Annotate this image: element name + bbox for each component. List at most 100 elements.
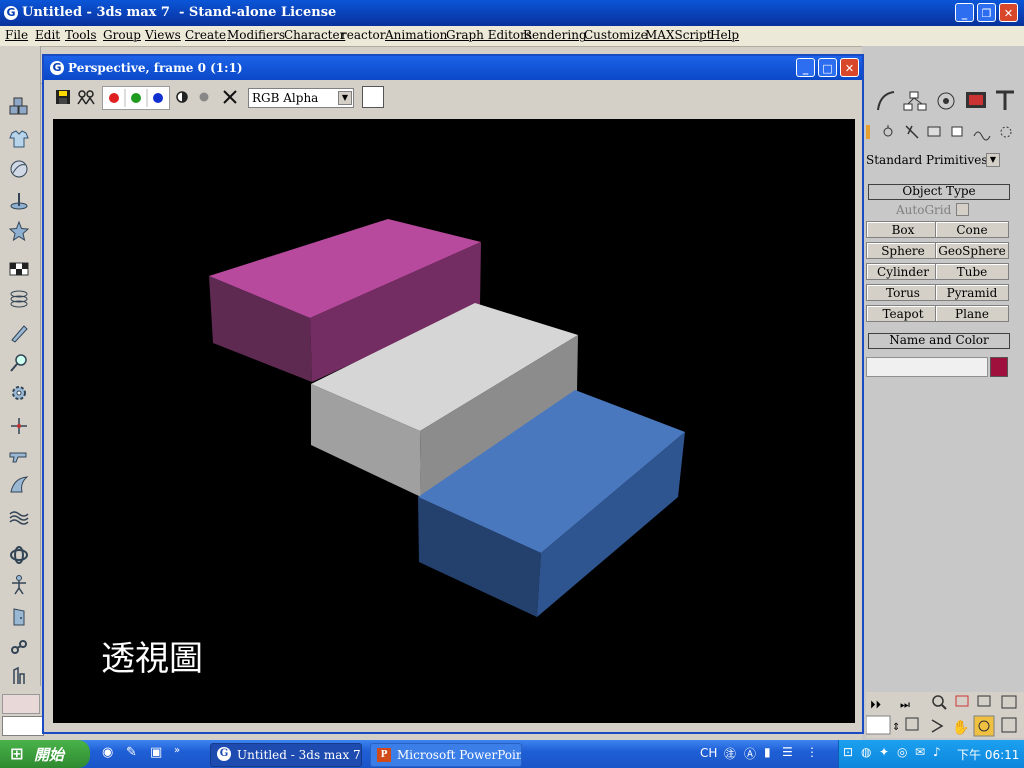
figure-icon[interactable]: [6, 662, 32, 688]
menu-modifiers[interactable]: Modifiers: [227, 28, 285, 42]
boxes-icon[interactable]: [6, 94, 32, 120]
red-channel-icon: [109, 93, 119, 103]
cylinder-button[interactable]: Cylinder: [866, 263, 940, 280]
render-canvas[interactable]: 透視圖: [53, 119, 855, 723]
shirt-icon[interactable]: [6, 126, 32, 152]
menu-maxscript[interactable]: MAXScript: [645, 28, 712, 42]
channel-toggles: [102, 86, 170, 110]
menu-tools[interactable]: Tools: [65, 28, 97, 42]
primitive-category-dropdown[interactable]: Standard Primitives ▼: [866, 152, 1002, 170]
menu-character[interactable]: Character: [284, 28, 345, 42]
alpha-icon[interactable]: [196, 89, 212, 105]
ime-icon-5[interactable]: ⋮: [806, 745, 818, 759]
tray-icon-2[interactable]: ◍: [861, 745, 871, 759]
ime-icon-1[interactable]: ㊟: [724, 745, 736, 762]
left-toolbar: [0, 46, 41, 686]
menu-bar: File Edit Tools Group Views Create Modif…: [0, 26, 1024, 47]
teapot-button[interactable]: Teapot: [866, 305, 940, 322]
close-button[interactable]: ✕: [999, 3, 1018, 22]
ime-icon-2[interactable]: Ⓐ: [744, 745, 756, 762]
quick-launch-icon-2[interactable]: ✎: [126, 745, 137, 760]
tube-icon[interactable]: [6, 320, 32, 346]
clone-icon[interactable]: [76, 88, 96, 106]
menu-graph-editors[interactable]: Graph Editors: [446, 28, 532, 42]
channel-select[interactable]: RGB Alpha ▼: [248, 88, 354, 108]
render-close-button[interactable]: ✕: [840, 58, 859, 77]
tray-icon-3[interactable]: ✦: [879, 745, 889, 759]
create-subtabs: [866, 122, 1022, 144]
start-button[interactable]: ⊞ 開始: [0, 740, 90, 768]
torus-button[interactable]: Torus: [866, 284, 940, 301]
ime-icon-3[interactable]: ▮: [764, 745, 771, 759]
pin-icon[interactable]: [6, 188, 32, 214]
object-name-field[interactable]: [866, 357, 988, 377]
start-label: 開始: [34, 746, 65, 764]
object-type-rollout[interactable]: Object Type: [868, 184, 1010, 200]
wing-icon[interactable]: [6, 472, 32, 498]
menu-animation[interactable]: Animation: [385, 28, 447, 42]
wave-icon[interactable]: [6, 504, 32, 530]
language-indicator[interactable]: CH: [700, 746, 717, 760]
color-swatch[interactable]: [362, 86, 384, 108]
magnifier-icon[interactable]: [6, 350, 32, 376]
tube-button[interactable]: Tube: [935, 263, 1009, 280]
quick-launch-icon-3[interactable]: ▣: [150, 745, 162, 760]
mono-icon[interactable]: [174, 89, 190, 105]
save-icon[interactable]: [54, 88, 72, 106]
link-icon[interactable]: [6, 634, 32, 660]
network-icon[interactable]: ⊡: [843, 745, 853, 759]
quick-launch-icon-1[interactable]: ◉: [102, 745, 113, 760]
clear-icon[interactable]: [220, 87, 240, 107]
render-maximize-button[interactable]: □: [818, 58, 837, 77]
ime-toolbar: ㊟ Ⓐ ▮ ☰ ⋮: [724, 745, 834, 763]
object-color-swatch[interactable]: [990, 357, 1008, 377]
svg-text:⏭: ⏭: [900, 698, 910, 711]
minimize-button[interactable]: _: [955, 3, 974, 22]
menu-customize[interactable]: Customize: [584, 28, 648, 42]
cone-button[interactable]: Cone: [935, 221, 1009, 238]
biped-icon[interactable]: [6, 572, 32, 598]
menu-file[interactable]: File: [5, 28, 28, 42]
axis-icon[interactable]: [6, 412, 32, 438]
primitive-category-value: Standard Primitives: [866, 153, 988, 167]
tray-icon-4[interactable]: ◎: [897, 745, 907, 759]
volume-icon[interactable]: ♪: [933, 745, 941, 759]
menu-rendering[interactable]: Rendering: [523, 28, 587, 42]
taskbar-item-powerpoint[interactable]: P Microsoft PowerPoint ...: [370, 743, 522, 767]
maxscript-listener-field[interactable]: [2, 716, 44, 736]
bottom-left-status: [0, 690, 44, 738]
name-and-color-rollout[interactable]: Name and Color: [868, 333, 1010, 349]
gear-icon[interactable]: [6, 380, 32, 406]
status-swatch: [2, 694, 40, 714]
sphere-button[interactable]: Sphere: [866, 242, 940, 259]
chevron-right-icon[interactable]: »: [174, 745, 180, 756]
restore-button[interactable]: ❐: [977, 3, 996, 22]
sphere-icon[interactable]: [6, 156, 32, 182]
svg-text:⇕: ⇕: [892, 722, 900, 733]
taskbar-item-3dsmax[interactable]: G Untitled - 3ds max 7 -...: [210, 743, 362, 767]
star-icon[interactable]: [6, 218, 32, 244]
torus-knot-icon[interactable]: [6, 542, 32, 568]
clock[interactable]: 下午 06:11: [957, 746, 1019, 763]
door-icon[interactable]: [6, 604, 32, 630]
render-window-title-bar[interactable]: G Perspective, frame 0 (1:1) _ □ ✕: [44, 56, 862, 80]
geosphere-button[interactable]: GeoSphere: [935, 242, 1009, 259]
menu-help[interactable]: Help: [710, 28, 739, 42]
plane-button[interactable]: Plane: [935, 305, 1009, 322]
checker-icon[interactable]: [6, 256, 32, 282]
gun-icon[interactable]: [6, 442, 32, 468]
ime-icon-4[interactable]: ☰: [782, 745, 793, 759]
render-minimize-button[interactable]: _: [796, 58, 815, 77]
autogrid-checkbox[interactable]: [956, 203, 969, 216]
autogrid-label: AutoGrid: [896, 203, 952, 217]
coil-icon[interactable]: [6, 286, 32, 312]
menu-edit[interactable]: Edit: [35, 28, 60, 42]
menu-reactor[interactable]: reactor: [341, 28, 386, 42]
menu-group[interactable]: Group: [103, 28, 141, 42]
pyramid-button[interactable]: Pyramid: [935, 284, 1009, 301]
box-button[interactable]: Box: [866, 221, 940, 238]
menu-views[interactable]: Views: [145, 28, 181, 42]
tray-icon-5[interactable]: ✉: [915, 745, 925, 759]
menu-create[interactable]: Create: [185, 28, 226, 42]
taskbar-item-label: Microsoft PowerPoint ...: [397, 748, 522, 762]
